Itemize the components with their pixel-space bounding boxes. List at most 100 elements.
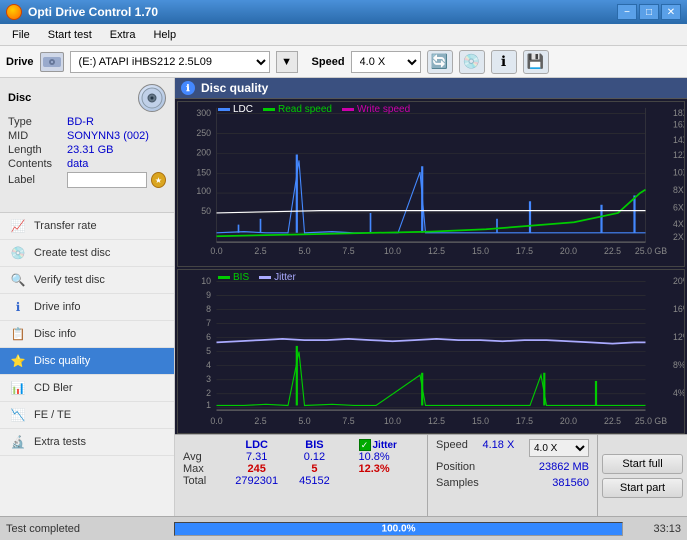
speed-select[interactable]: 4.0 X MAX	[351, 51, 421, 73]
max-ldc: 245	[223, 463, 290, 475]
svg-text:20%: 20%	[673, 275, 684, 285]
svg-text:10.0: 10.0	[384, 246, 401, 256]
status-text: Test completed	[6, 523, 166, 535]
transfer-icon: 📈	[10, 218, 26, 234]
fete-label: FE / TE	[34, 409, 71, 421]
sidebar-item-quality[interactable]: ⭐ Disc quality	[0, 348, 174, 375]
svg-text:200: 200	[196, 147, 211, 157]
svg-text:0.0: 0.0	[210, 415, 222, 425]
drive-info-icon: ℹ	[10, 299, 26, 315]
svg-text:100: 100	[196, 186, 211, 196]
sidebar-item-drive[interactable]: ℹ Drive info	[0, 294, 174, 321]
time-display: 33:13	[631, 523, 681, 535]
svg-text:25.0 GB: 25.0 GB	[635, 415, 667, 425]
write-color	[342, 108, 354, 111]
total-label: Total	[183, 475, 223, 487]
svg-text:1: 1	[206, 399, 211, 409]
total-bis: 45152	[290, 475, 338, 487]
quality-icon: ⭐	[10, 353, 26, 369]
minimize-button[interactable]: −	[617, 4, 637, 20]
bis-col-header: BIS	[290, 439, 338, 451]
svg-text:300: 300	[196, 108, 211, 118]
svg-text:50: 50	[201, 206, 211, 216]
sidebar-item-create[interactable]: 💿 Create test disc	[0, 240, 174, 267]
svg-text:6: 6	[206, 331, 211, 341]
disc-quality-icon: ℹ	[181, 81, 195, 95]
sidebar-item-verify[interactable]: 🔍 Verify test disc	[0, 267, 174, 294]
menu-extra[interactable]: Extra	[102, 27, 144, 43]
refresh-button[interactable]: 🔄	[427, 50, 453, 74]
svg-text:12X: 12X	[673, 150, 684, 160]
jitter-label: Jitter	[274, 272, 296, 283]
menu-help[interactable]: Help	[145, 27, 184, 43]
position-val: 23862 MB	[539, 461, 589, 473]
avg-label: Avg	[183, 451, 223, 463]
sidebar-nav: 📈 Transfer rate 💿 Create test disc 🔍 Ver…	[0, 213, 174, 516]
svg-text:16X: 16X	[673, 119, 684, 129]
maximize-button[interactable]: □	[639, 4, 659, 20]
extra-label: Extra tests	[34, 436, 86, 448]
transfer-label: Transfer rate	[34, 220, 97, 232]
svg-text:25.0 GB: 25.0 GB	[635, 246, 667, 256]
svg-text:12.5: 12.5	[428, 246, 445, 256]
top-chart: 300 250 200 150 100 50 18X 16X 14X 12X 1…	[178, 102, 684, 266]
jitter-avg: 10.8%	[359, 451, 420, 463]
extra-icon: 🔬	[10, 434, 26, 450]
jitter-checkbox[interactable]: ✓	[359, 439, 371, 451]
cdbler-icon: 📊	[10, 380, 26, 396]
bis-label: BIS	[233, 272, 249, 283]
sidebar-item-discinfo[interactable]: 📋 Disc info	[0, 321, 174, 348]
disc-button[interactable]: 💿	[459, 50, 485, 74]
svg-text:5: 5	[206, 345, 211, 355]
menu-file[interactable]: File	[4, 27, 38, 43]
create-icon: 💿	[10, 245, 26, 261]
verify-icon: 🔍	[10, 272, 26, 288]
svg-text:17.5: 17.5	[516, 246, 533, 256]
drive-arrow-button[interactable]: ▼	[276, 51, 298, 73]
svg-text:0.0: 0.0	[210, 246, 222, 256]
sidebar-item-extra[interactable]: 🔬 Extra tests	[0, 429, 174, 456]
speed-stat-select[interactable]: 4.0 XMAX	[529, 439, 589, 457]
svg-text:2X: 2X	[673, 232, 684, 242]
label-input[interactable]	[67, 172, 147, 188]
disc-info-label: Disc info	[34, 328, 76, 340]
svg-text:20.0: 20.0	[560, 415, 577, 425]
ldc-col-header: LDC	[223, 439, 290, 451]
svg-text:4: 4	[206, 359, 211, 369]
total-ldc: 2792301	[223, 475, 290, 487]
svg-text:8%: 8%	[673, 359, 684, 369]
position-label: Position	[436, 461, 475, 473]
svg-text:20.0: 20.0	[560, 246, 577, 256]
disc-icon	[138, 84, 166, 112]
save-button[interactable]: 💾	[523, 50, 549, 74]
sidebar-item-fete[interactable]: 📉 FE / TE	[0, 402, 174, 429]
max-bis: 5	[290, 463, 338, 475]
sidebar-item-cdbler[interactable]: 📊 CD Bler	[0, 375, 174, 402]
speed-stat-val: 4.18 X	[483, 439, 515, 457]
legend-jitter: Jitter	[259, 272, 296, 283]
svg-text:18X: 18X	[673, 108, 684, 118]
cdbler-label: CD Bler	[34, 382, 73, 394]
samples-val: 381560	[552, 477, 589, 489]
disc-info-panel: Disc Type BD-R MID SONYNN3 (002) Length	[0, 78, 174, 213]
label-icon[interactable]: ★	[151, 172, 166, 188]
start-part-button[interactable]: Start part	[602, 478, 683, 498]
start-full-button[interactable]: Start full	[602, 454, 683, 474]
jitter-max: 12.3%	[359, 463, 420, 475]
create-label: Create test disc	[34, 247, 110, 259]
contents-value: data	[67, 158, 88, 170]
svg-text:17.5: 17.5	[516, 415, 533, 425]
svg-text:6X: 6X	[673, 202, 684, 212]
info-button[interactable]: ℹ	[491, 50, 517, 74]
close-button[interactable]: ✕	[661, 4, 681, 20]
drive-select[interactable]: (E:) ATAPI iHBS212 2.5L09	[70, 51, 270, 73]
verify-label: Verify test disc	[34, 274, 105, 286]
menu-start-test[interactable]: Start test	[40, 27, 100, 43]
disc-section-label: Disc	[8, 92, 31, 104]
svg-text:5.0: 5.0	[298, 246, 310, 256]
svg-text:2: 2	[206, 387, 211, 397]
sidebar-item-transfer[interactable]: 📈 Transfer rate	[0, 213, 174, 240]
mid-label: MID	[8, 130, 63, 142]
mid-value: SONYNN3 (002)	[67, 130, 149, 142]
window-controls: − □ ✕	[617, 4, 681, 20]
